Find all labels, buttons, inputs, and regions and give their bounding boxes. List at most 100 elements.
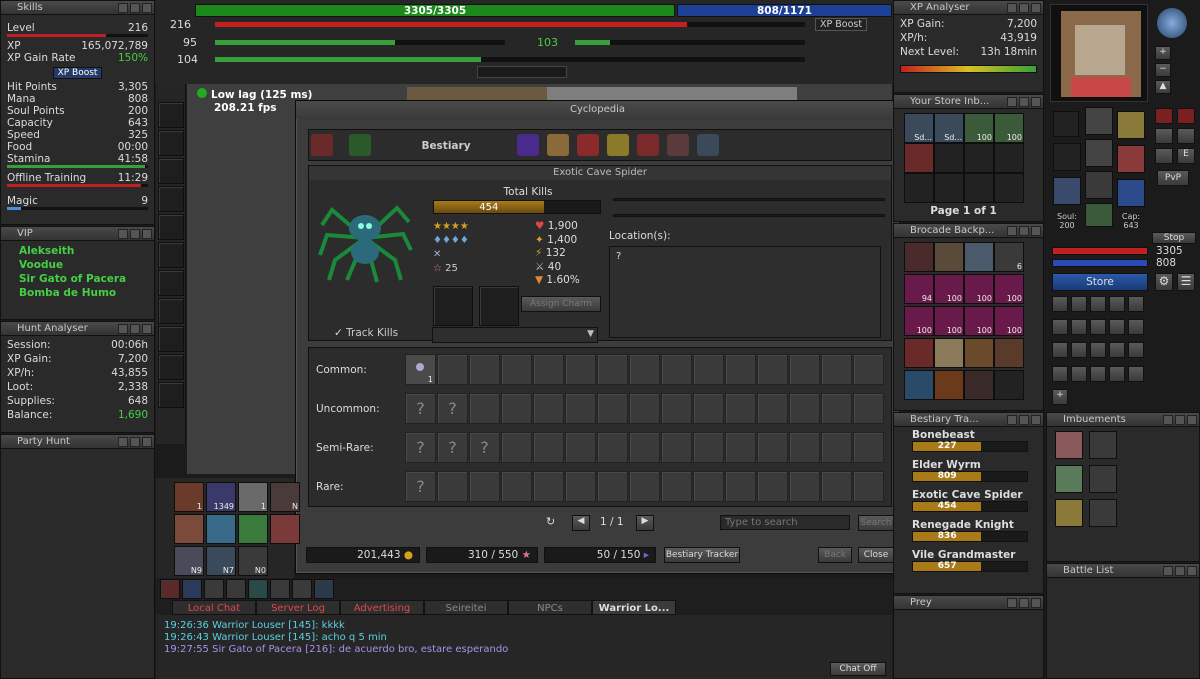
backpack-item[interactable] xyxy=(904,242,934,272)
assign-charm-button[interactable]: Assign Charm xyxy=(521,296,601,312)
next-page-button[interactable]: ▶ xyxy=(636,515,654,531)
tracker-entry[interactable]: Elder Wyrm 809 xyxy=(912,459,1043,482)
control-button[interactable] xyxy=(1128,296,1144,312)
weapon-slot[interactable] xyxy=(1053,143,1081,171)
creature-tab-icon[interactable] xyxy=(667,134,689,156)
reset-icon[interactable]: ↻ xyxy=(546,515,555,528)
inbox-item[interactable]: Sd... xyxy=(934,113,964,143)
vip-name[interactable]: Sir Gato of Pacera xyxy=(19,272,154,286)
hotkey-slot[interactable]: N xyxy=(270,482,300,512)
loot-slot[interactable] xyxy=(437,471,468,502)
hotkey-slot[interactable]: 1349 xyxy=(206,482,236,512)
loot-slot[interactable] xyxy=(757,432,788,463)
inbox-item[interactable] xyxy=(964,173,994,203)
imbuement-slot[interactable] xyxy=(1055,499,1083,527)
loot-slot[interactable] xyxy=(501,354,532,385)
spell-slot[interactable] xyxy=(314,579,334,599)
helmet-slot[interactable] xyxy=(1085,107,1113,135)
unknown-loot-slot[interactable]: ? xyxy=(405,471,436,502)
shield-slot[interactable] xyxy=(1117,145,1145,173)
loot-slot[interactable] xyxy=(565,393,596,424)
control-button[interactable] xyxy=(1109,342,1125,359)
tab-bestiary[interactable]: Bestiary xyxy=(381,134,511,158)
inbox-item[interactable]: Sd... xyxy=(904,113,934,143)
store-button[interactable]: Store xyxy=(1052,273,1148,291)
unknown-loot-slot[interactable]: ? xyxy=(405,393,436,424)
loot-slot[interactable] xyxy=(725,432,756,463)
loot-slot[interactable] xyxy=(661,471,692,502)
control-button[interactable] xyxy=(1052,319,1068,336)
loot-slot[interactable] xyxy=(661,432,692,463)
loot-slot[interactable] xyxy=(533,393,564,424)
hotkey-slot[interactable]: N0 xyxy=(238,546,268,576)
backpack-item[interactable]: 100 xyxy=(934,306,964,336)
loot-slot[interactable] xyxy=(501,432,532,463)
stop-button[interactable]: Stop xyxy=(1152,232,1196,244)
dragon-tab-icon[interactable] xyxy=(697,134,719,156)
loot-slot[interactable] xyxy=(853,354,884,385)
minimap[interactable] xyxy=(1050,4,1148,102)
tracker-entry[interactable]: Bonebeast 227 xyxy=(912,429,1043,452)
loot-slot[interactable] xyxy=(597,354,628,385)
inbox-item[interactable] xyxy=(994,143,1024,173)
loot-slot[interactable] xyxy=(789,471,820,502)
track-dropdown[interactable]: ▼ xyxy=(432,327,598,343)
loot-slot[interactable] xyxy=(469,471,500,502)
backpack-item[interactable]: 100 xyxy=(964,306,994,336)
backpack-item[interactable]: 100 xyxy=(904,306,934,336)
action-slot[interactable] xyxy=(158,298,184,324)
compass-icon[interactable] xyxy=(1157,8,1187,38)
gear-icon[interactable]: ⚙ xyxy=(1155,273,1173,291)
legs-slot[interactable] xyxy=(1085,171,1113,199)
imbuement-slot[interactable] xyxy=(1089,499,1117,527)
boots-slot[interactable] xyxy=(1085,203,1113,227)
loot-slot[interactable] xyxy=(565,354,596,385)
spell-slot[interactable] xyxy=(204,579,224,599)
backpack-item[interactable]: 100 xyxy=(964,274,994,304)
map-tab-icon[interactable] xyxy=(547,134,569,156)
loot-slot[interactable] xyxy=(821,471,852,502)
control-button[interactable] xyxy=(1071,342,1087,359)
prev-page-button[interactable]: ◀ xyxy=(572,515,590,531)
loot-slot[interactable] xyxy=(629,354,660,385)
hotkey-slot[interactable] xyxy=(174,514,204,544)
loot-slot[interactable] xyxy=(629,393,660,424)
loot-slot[interactable] xyxy=(693,471,724,502)
loot-slot[interactable] xyxy=(533,432,564,463)
imbuement-slot[interactable] xyxy=(1055,431,1083,459)
backpack-item[interactable] xyxy=(964,338,994,368)
control-button[interactable] xyxy=(1071,319,1087,336)
action-slot[interactable] xyxy=(158,242,184,268)
spell-slot[interactable] xyxy=(182,579,202,599)
menu-icon[interactable]: ☰ xyxy=(1177,273,1195,291)
imbuement-slot[interactable] xyxy=(1055,465,1083,493)
control-button[interactable] xyxy=(1071,296,1087,312)
character-tab-icon[interactable] xyxy=(311,134,333,156)
tab-server-log[interactable]: Server Log xyxy=(256,600,340,615)
backpack-item[interactable]: 100 xyxy=(934,274,964,304)
boss-tab-icon[interactable] xyxy=(637,134,659,156)
loot-slot[interactable] xyxy=(501,393,532,424)
loot-slot[interactable] xyxy=(789,432,820,463)
control-button[interactable] xyxy=(1128,319,1144,336)
tracker-entry[interactable]: Renegade Knight 836 xyxy=(912,519,1043,542)
inbox-item[interactable] xyxy=(934,173,964,203)
inbox-item[interactable]: 100 xyxy=(964,113,994,143)
loot-slot[interactable] xyxy=(821,432,852,463)
backpack-item[interactable] xyxy=(934,370,964,400)
backpack-item[interactable] xyxy=(904,338,934,368)
loot-slot[interactable] xyxy=(661,354,692,385)
loot-slot[interactable] xyxy=(693,393,724,424)
action-slot[interactable] xyxy=(158,354,184,380)
charm-slot[interactable] xyxy=(479,286,519,326)
charm-slot[interactable] xyxy=(433,286,473,326)
loot-slot[interactable] xyxy=(629,471,660,502)
loot-slot[interactable] xyxy=(853,432,884,463)
control-button[interactable] xyxy=(1071,365,1087,382)
action-slot[interactable] xyxy=(158,102,184,128)
control-button[interactable] xyxy=(1090,342,1106,359)
items-tab-icon[interactable] xyxy=(349,134,371,156)
loot-slot[interactable] xyxy=(597,393,628,424)
loot-slot[interactable] xyxy=(789,393,820,424)
tracker-entry[interactable]: Exotic Cave Spider 454 xyxy=(912,489,1043,512)
